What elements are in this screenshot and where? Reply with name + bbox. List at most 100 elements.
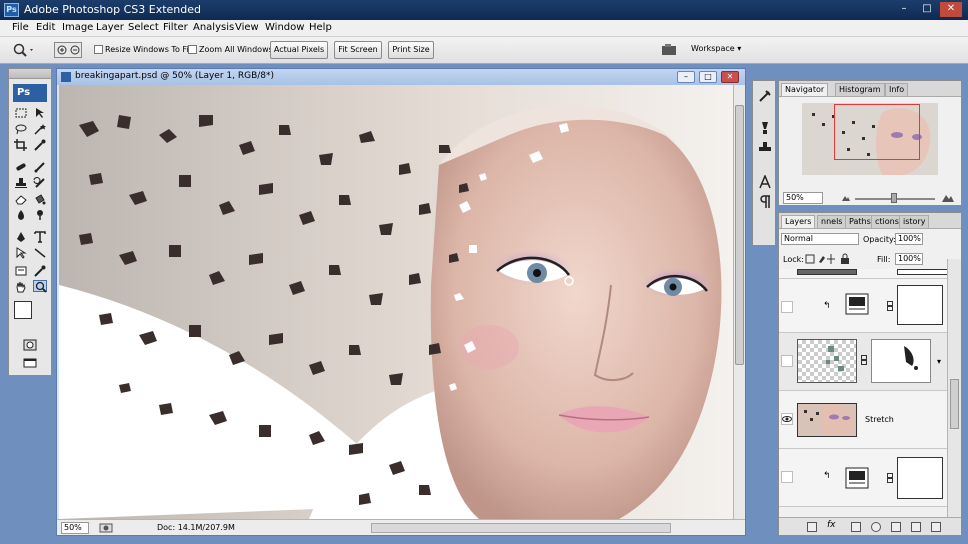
document-horizontal-scrollbar[interactable] [371, 523, 671, 533]
document-vertical-scrollbar[interactable] [733, 85, 745, 519]
history-brush-tool-icon[interactable] [33, 177, 47, 189]
layer-row[interactable]: ↰ [779, 449, 947, 507]
zoom-in-mountain-icon[interactable] [941, 191, 955, 203]
healing-brush-tool-icon[interactable] [14, 161, 28, 173]
marquee-tool-icon[interactable] [14, 107, 28, 119]
foreground-color-swatch[interactable] [14, 301, 32, 319]
menu-window[interactable]: Window [265, 22, 304, 33]
tab-info[interactable]: Info [885, 83, 909, 96]
layer-name[interactable]: Stretch [865, 415, 894, 424]
image-canvas[interactable] [59, 85, 733, 519]
hand-tool-icon[interactable] [14, 281, 28, 293]
layer-visibility-toggle[interactable] [781, 301, 793, 313]
layer-visibility-toggle[interactable] [781, 413, 793, 425]
gradient-tool-icon[interactable] [33, 193, 47, 205]
navigator-zoom-slider-knob[interactable] [891, 193, 897, 203]
workspace-menu[interactable]: Workspace ▾ [691, 44, 741, 53]
menu-view[interactable]: View [235, 22, 259, 33]
clone-stamp-tool-icon[interactable] [14, 177, 28, 189]
notes-tool-icon[interactable] [14, 265, 28, 277]
zoom-tool-icon[interactable] [33, 280, 47, 293]
menu-edit[interactable]: Edit [36, 22, 55, 33]
eraser-tool-icon[interactable] [14, 193, 28, 205]
character-panel-icon[interactable] [757, 174, 773, 189]
line-tool-icon[interactable] [33, 247, 47, 259]
tab-histogram[interactable]: Histogram [835, 83, 885, 96]
tools-preset-icon[interactable] [757, 89, 773, 103]
layer-row[interactable]: ▾ [779, 333, 947, 391]
status-menu-icon[interactable] [99, 522, 113, 534]
new-group-icon[interactable] [891, 522, 901, 532]
layer-visibility-toggle[interactable] [781, 355, 793, 367]
clone-source-icon[interactable] [757, 141, 773, 155]
layer-row[interactable]: ↰ [779, 279, 947, 333]
zoom-all-windows-checkbox[interactable] [188, 45, 197, 54]
eyedropper-tool-icon[interactable] [33, 139, 47, 151]
document-vertical-scroll-thumb[interactable] [735, 105, 744, 365]
opacity-field[interactable]: 100% [895, 233, 923, 245]
document-titlebar[interactable]: breakingapart.psd @ 50% (Layer 1, RGB/8*… [57, 69, 745, 85]
layer-mask-thumbnail [897, 269, 953, 275]
zoom-all-windows-label: Zoom All Windows [199, 45, 273, 54]
actual-pixels-button[interactable]: Actual Pixels [270, 41, 328, 59]
minimize-icon[interactable]: – [893, 2, 915, 17]
add-mask-icon[interactable] [851, 522, 861, 532]
menu-help[interactable]: Help [309, 22, 332, 33]
magic-wand-tool-icon[interactable] [33, 123, 47, 135]
tab-history[interactable]: istory [899, 215, 930, 228]
screen-mode-icon[interactable] [23, 357, 37, 369]
layer-row[interactable] [779, 269, 953, 279]
fill-field[interactable]: 100% [895, 253, 923, 265]
blur-tool-icon[interactable] [14, 209, 28, 221]
layer-style-icon[interactable]: fx [827, 520, 836, 530]
layers-scrollbar[interactable] [947, 259, 961, 517]
toolbox-grip[interactable] [9, 69, 51, 79]
maximize-icon[interactable]: □ [916, 2, 938, 17]
navigator-view-frame[interactable] [834, 104, 920, 160]
tab-navigator[interactable]: Navigator [781, 83, 829, 96]
color-sampler-tool-icon[interactable] [33, 265, 47, 277]
paragraph-panel-icon[interactable] [757, 195, 773, 209]
doc-close-icon[interactable]: ✕ [721, 71, 739, 83]
dodge-tool-icon[interactable] [33, 209, 47, 221]
zoom-out-mountain-icon[interactable] [841, 192, 851, 202]
quick-mask-icon[interactable] [23, 339, 37, 351]
navigator-zoom-field[interactable]: 50% [783, 192, 823, 204]
path-selection-tool-icon[interactable] [14, 247, 28, 259]
doc-minimize-icon[interactable]: – [677, 71, 695, 83]
document-zoom-field[interactable]: 50% [61, 522, 89, 534]
tab-layers[interactable]: Layers [781, 215, 816, 228]
fit-screen-button[interactable]: Fit Screen [334, 41, 382, 59]
layer-effects-arrow-icon[interactable]: ▾ [937, 357, 941, 366]
new-layer-icon[interactable] [911, 522, 921, 532]
crop-tool-icon[interactable] [14, 139, 28, 151]
zoom-in-out-toggle[interactable] [54, 42, 82, 58]
menu-select[interactable]: Select [128, 22, 159, 33]
menu-image[interactable]: Image [62, 22, 93, 33]
print-size-button[interactable]: Print Size [388, 41, 434, 59]
menu-file[interactable]: File [12, 22, 29, 33]
brush-tool-icon[interactable] [33, 161, 47, 173]
layer-row[interactable]: Stretch [779, 391, 947, 449]
zoom-tool-preset-icon[interactable] [12, 42, 36, 58]
resize-windows-checkbox[interactable] [94, 45, 103, 54]
lasso-tool-icon[interactable] [14, 123, 28, 135]
menu-filter[interactable]: Filter [163, 22, 188, 33]
pen-tool-icon[interactable] [14, 231, 28, 243]
type-tool-icon[interactable] [33, 231, 47, 243]
tab-channels[interactable]: nnels [817, 215, 847, 228]
navigator-tabs: Navigator Histogram Info [779, 81, 961, 97]
menu-analysis[interactable]: Analysis [193, 22, 234, 33]
layer-visibility-toggle[interactable] [781, 471, 793, 483]
doc-maximize-icon[interactable]: □ [699, 71, 717, 83]
bridge-icon[interactable] [660, 42, 678, 58]
brushes-panel-icon[interactable] [757, 121, 773, 135]
layers-scroll-thumb[interactable] [950, 379, 959, 429]
link-layers-icon[interactable] [807, 522, 817, 532]
menu-layer[interactable]: Layer [96, 22, 124, 33]
move-tool-icon[interactable] [33, 107, 47, 119]
blend-mode-select[interactable]: Normal [781, 233, 859, 245]
new-adjustment-layer-icon[interactable] [871, 522, 881, 532]
close-icon[interactable]: ✕ [940, 2, 962, 17]
delete-layer-icon[interactable] [931, 522, 941, 532]
